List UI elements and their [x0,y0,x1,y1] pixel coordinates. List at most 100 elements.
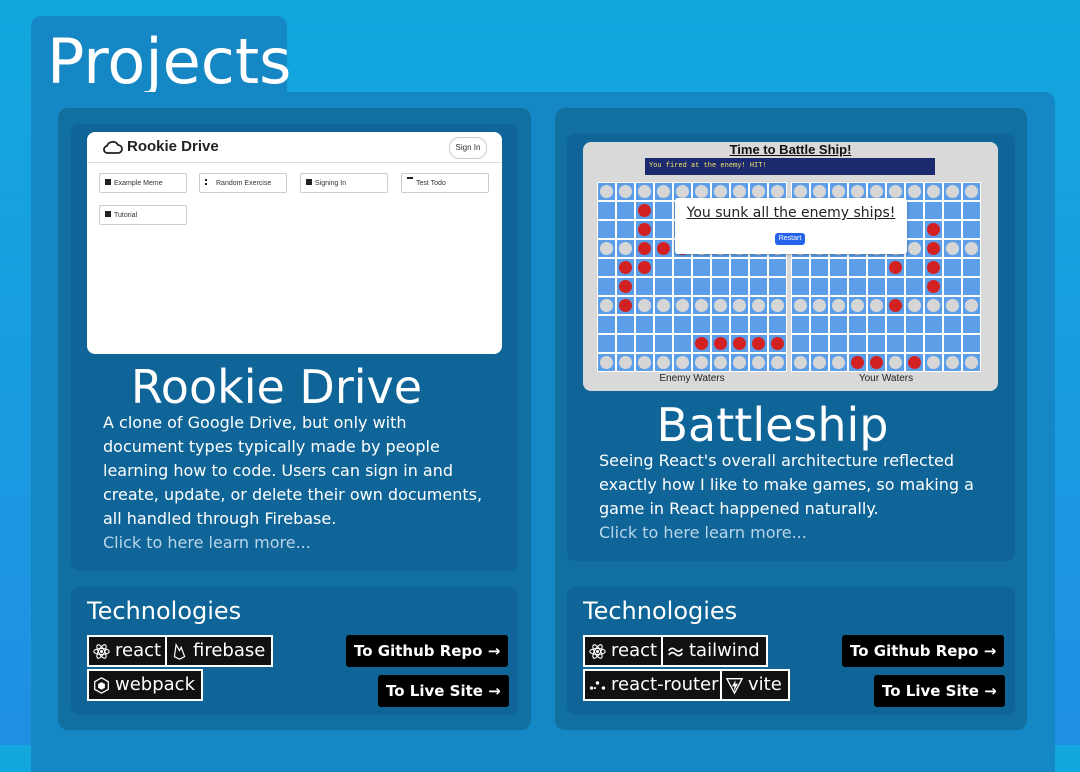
miss-marker [908,299,921,312]
miss-marker [771,185,784,198]
board-cell [791,258,810,277]
board-cell [848,315,867,334]
board-cell [673,353,692,372]
board-cell [616,239,635,258]
miss-marker [733,185,746,198]
miss-marker [600,242,613,255]
bs-popup-text: You sunk all the enemy ships! [686,205,896,221]
board-cell [711,258,730,277]
hit-marker [657,242,670,255]
board-cell [924,220,943,239]
miss-marker [851,185,864,198]
board-cell [810,334,829,353]
board-cell [711,296,730,315]
board-cell [597,182,616,201]
board-cell [749,315,768,334]
hit-marker [771,337,784,350]
board-cell [867,315,886,334]
board-cell [810,296,829,315]
learn-more-link[interactable]: Click to here learn more... [599,521,807,545]
screenshot-battleship[interactable]: Time to Battle Ship! You fired at the en… [583,142,998,391]
tech-badge-vite: vite [720,669,790,701]
hit-marker [638,242,651,255]
live-site-button[interactable]: To Live Site → [874,675,1005,707]
hit-marker [695,337,708,350]
board-cell [905,334,924,353]
miss-marker [600,299,613,312]
board-cell [810,258,829,277]
github-repo-button[interactable]: To Github Repo → [346,635,509,667]
hit-marker [619,280,632,293]
board-cell [635,353,654,372]
board-cell [924,334,943,353]
board-cell [597,258,616,277]
board-cell [829,296,848,315]
board-cell [962,258,981,277]
page-title: Projects [47,25,292,98]
board-cell [886,334,905,353]
miss-marker [889,356,902,369]
miss-marker [927,356,940,369]
bs-message: You fired at the enemy! HIT! [645,158,935,175]
hit-marker [889,261,902,274]
miss-marker [733,356,746,369]
board-cell [943,220,962,239]
board-cell [654,353,673,372]
board-cell [597,353,616,372]
miss-marker [714,185,727,198]
board-cell [730,334,749,353]
hit-marker [851,356,864,369]
react-router-icon [589,680,606,690]
board-cell [730,296,749,315]
board-cell [905,296,924,315]
miss-marker [752,185,765,198]
board-cell [962,182,981,201]
miss-marker [619,185,632,198]
board-cell [616,353,635,372]
rd-sign-in-button: Sign In [449,137,487,159]
board-cell [616,296,635,315]
rd-header: Rookie Drive Sign In [87,132,502,163]
miss-marker [908,185,921,198]
board-cell [905,239,924,258]
screenshot-rookie-drive[interactable]: Rookie Drive Sign In Example Meme Random… [87,132,502,354]
board-cell [886,296,905,315]
board-cell [654,258,673,277]
hit-marker [927,223,940,236]
board-cell [654,182,673,201]
react-icon [589,643,606,659]
live-site-button[interactable]: To Live Site → [378,675,509,707]
board-cell [886,353,905,372]
miss-marker [676,185,689,198]
board-cell [597,239,616,258]
hit-marker [927,261,940,274]
miss-marker [695,356,708,369]
board-cell [711,277,730,296]
board-cell [829,277,848,296]
tech-badge-react: react [583,635,666,667]
board-cell [943,315,962,334]
board-cell [749,334,768,353]
miss-marker [851,299,864,312]
board-cell [730,353,749,372]
react-icon [93,643,110,659]
hit-marker [733,337,746,350]
github-repo-button[interactable]: To Github Repo → [842,635,1005,667]
learn-more-link[interactable]: Click to here learn more... [103,531,311,555]
board-cell [730,277,749,296]
board-cell [886,315,905,334]
board-cell [943,353,962,372]
rd-doc-item: Random Exercise [199,173,287,193]
miss-marker [927,299,940,312]
board-cell [848,296,867,315]
board-cell [810,353,829,372]
board-cell [749,353,768,372]
board-cell [730,315,749,334]
board-cell [905,315,924,334]
board-cell [848,258,867,277]
vite-icon [726,677,743,694]
miss-marker [813,185,826,198]
bs-restart-button: Restart [775,233,805,245]
board-cell [791,277,810,296]
hit-marker [638,223,651,236]
